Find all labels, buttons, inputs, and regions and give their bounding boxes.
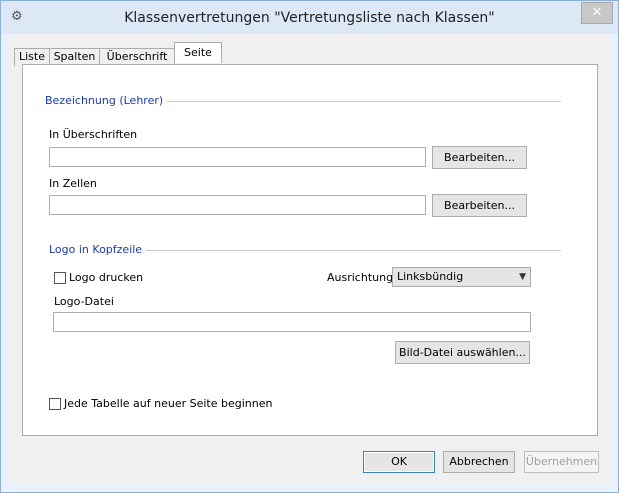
- alignment-select[interactable]: Linksbündig ▼: [392, 267, 531, 287]
- logo-print-checkbox[interactable]: [54, 272, 66, 284]
- zellen-input[interactable]: [49, 195, 426, 215]
- label-new-page[interactable]: Jede Tabelle auf neuer Seite beginnen: [64, 397, 272, 410]
- group-title-logo: Logo in Kopfzeile: [49, 243, 147, 256]
- tab-seite[interactable]: Seite: [174, 42, 222, 63]
- title-bar[interactable]: ⚙ Klassenvertretungen "Vertretungsliste …: [1, 1, 618, 34]
- choose-image-file-button[interactable]: Bild-Datei auswählen...: [395, 341, 530, 364]
- label-in-ueberschriften: In Überschriften: [49, 128, 138, 141]
- close-button[interactable]: ✕: [581, 2, 613, 24]
- apply-button[interactable]: Übernehmen: [524, 451, 599, 473]
- tab-panel-seite: Bezeichnung (Lehrer) In Überschriften Be…: [22, 64, 598, 436]
- edit-zellen-button[interactable]: Bearbeiten...: [432, 194, 527, 217]
- label-logo-drucken[interactable]: Logo drucken: [69, 271, 143, 284]
- edit-ueberschriften-button[interactable]: Bearbeiten...: [432, 146, 527, 169]
- label-logo-datei: Logo-Datei: [54, 295, 114, 308]
- chevron-down-icon: ▼: [519, 272, 526, 282]
- logo-file-input[interactable]: [53, 312, 531, 332]
- ok-button[interactable]: OK: [363, 451, 435, 473]
- alignment-selected-value: Linksbündig: [397, 270, 464, 283]
- ueberschriften-input[interactable]: [49, 147, 426, 167]
- label-ausrichtung: Ausrichtung: [327, 271, 394, 284]
- label-in-zellen: In Zellen: [49, 177, 97, 190]
- group-title-bezeichnung: Bezeichnung (Lehrer): [45, 94, 168, 107]
- new-page-checkbox[interactable]: [49, 398, 61, 410]
- cancel-button[interactable]: Abbrechen: [443, 451, 515, 473]
- window-title: Klassenvertretungen "Vertretungsliste na…: [124, 10, 495, 26]
